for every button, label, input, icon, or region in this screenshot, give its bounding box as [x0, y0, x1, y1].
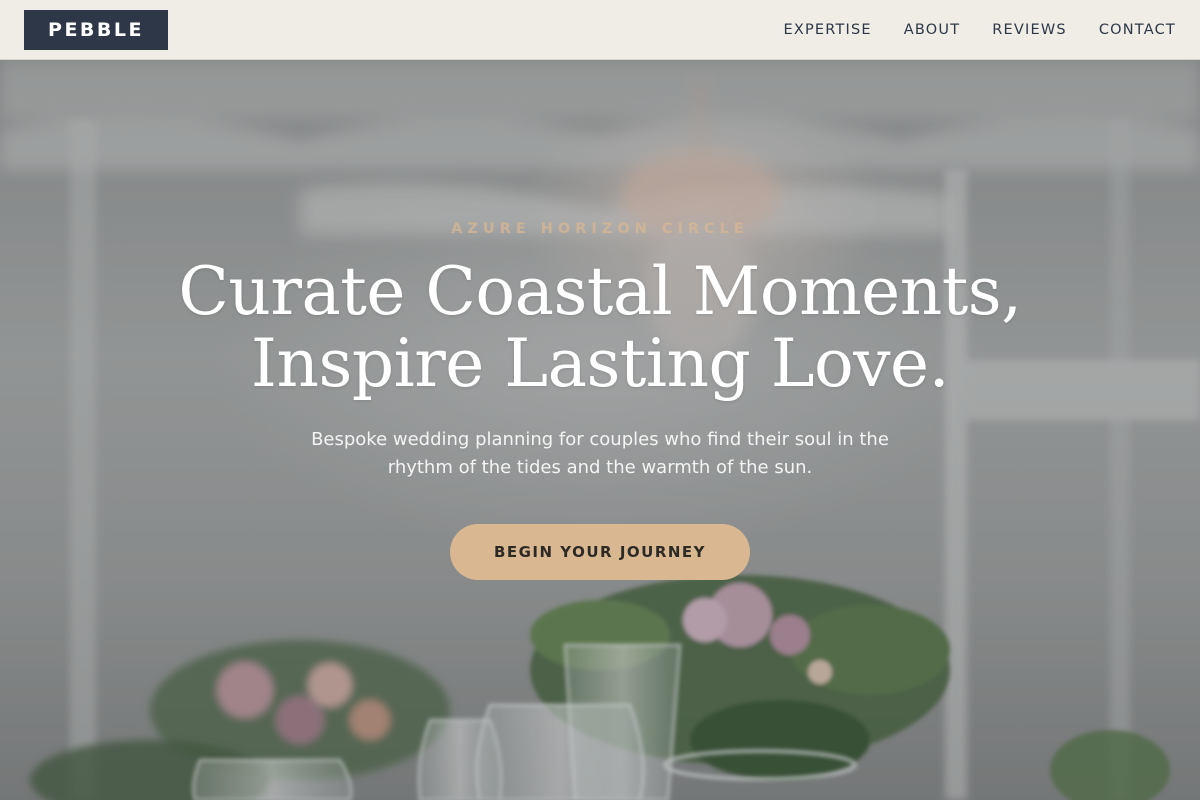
nav-link-expertise[interactable]: EXPERTISE — [783, 22, 871, 38]
hero-subtext-line2: rhythm of the tides and the warmth of th… — [387, 457, 813, 478]
hero-subtext-line1: Bespoke wedding planning for couples who… — [311, 429, 889, 450]
nav-link-reviews[interactable]: REVIEWS — [992, 22, 1067, 38]
hero-eyebrow: AZURE HORIZON CIRCLE — [451, 221, 749, 237]
hero-headline-line1: Curate Coastal Moments, — [178, 253, 1022, 330]
hero-headline-line2: Inspire Lasting Love. — [250, 325, 950, 402]
hero-subtext: Bespoke wedding planning for couples who… — [250, 426, 950, 482]
main-nav: EXPERTISE ABOUT REVIEWS CONTACT — [783, 0, 1176, 60]
site-header: PEBBLE EXPERTISE ABOUT REVIEWS CONTACT — [0, 0, 1200, 60]
hero-headline: Curate Coastal Moments, Inspire Lasting … — [0, 256, 1200, 400]
begin-journey-button[interactable]: BEGIN YOUR JOURNEY — [450, 524, 750, 580]
hero-section: AZURE HORIZON CIRCLE Curate Coastal Mome… — [0, 60, 1200, 800]
nav-link-contact[interactable]: CONTACT — [1099, 22, 1176, 38]
logo[interactable]: PEBBLE — [24, 10, 168, 50]
nav-link-about[interactable]: ABOUT — [904, 22, 961, 38]
